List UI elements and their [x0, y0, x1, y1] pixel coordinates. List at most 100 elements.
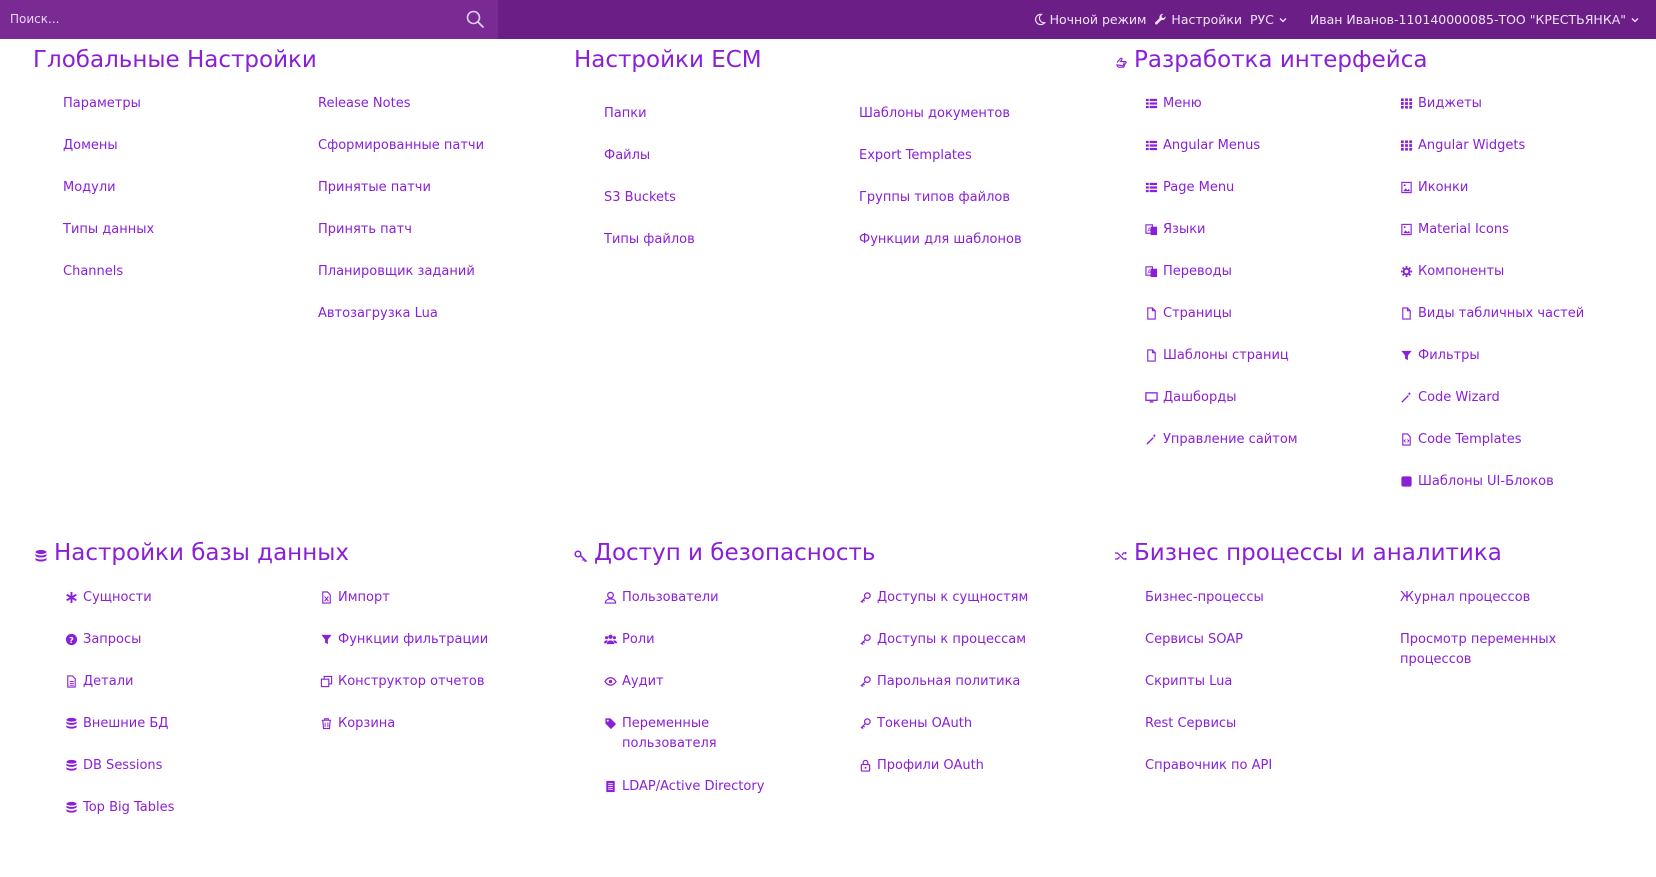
- link-queries[interactable]: Запросы: [65, 630, 141, 650]
- link-label: Бизнес-процессы: [1145, 590, 1264, 605]
- language-icon: [1145, 223, 1158, 236]
- link-material-icons[interactable]: Material Icons: [1400, 220, 1509, 240]
- link-template-functions[interactable]: Функции для шаблонов: [859, 230, 1022, 250]
- link-file-types[interactable]: Типы файлов: [604, 230, 695, 250]
- link-accepted-patches[interactable]: Принятые патчи: [318, 178, 431, 198]
- search-input[interactable]: [10, 8, 450, 30]
- link-label: Шаблоны страниц: [1163, 348, 1289, 363]
- link-widgets[interactable]: Виджеты: [1400, 94, 1482, 114]
- link-roles[interactable]: Роли: [604, 630, 655, 650]
- link-languages[interactable]: Языки: [1145, 220, 1206, 240]
- link-table-part-views[interactable]: Виды табличных частей: [1400, 304, 1584, 324]
- link-translations[interactable]: Переводы: [1145, 262, 1232, 282]
- link-label: Angular Menus: [1163, 138, 1261, 153]
- link-files[interactable]: Файлы: [604, 146, 650, 166]
- link-business-processes[interactable]: Бизнес-процессы: [1145, 588, 1264, 608]
- link-top-big-tables[interactable]: Top Big Tables: [65, 798, 174, 818]
- link-label: Виджеты: [1418, 96, 1482, 111]
- link-users[interactable]: Пользователи: [604, 588, 719, 608]
- link-oauth-profiles[interactable]: Профили OAuth: [859, 756, 984, 776]
- user-menu[interactable]: Иван Иванов-110140000085-ТОО "КРЕСТЬЯНКА…: [1310, 12, 1640, 27]
- link-audit[interactable]: Аудит: [604, 672, 664, 692]
- link-label: Top Big Tables: [83, 800, 175, 815]
- link-channels[interactable]: Channels: [63, 262, 123, 282]
- link-label: DB Sessions: [83, 758, 163, 773]
- link-filters[interactable]: Фильтры: [1400, 346, 1480, 366]
- link-angular-widgets[interactable]: Angular Widgets: [1400, 136, 1525, 156]
- link-export-templates[interactable]: Export Templates: [859, 146, 972, 166]
- link-icons[interactable]: Иконки: [1400, 178, 1468, 198]
- wand-icon: [1400, 391, 1413, 404]
- link-page-menu[interactable]: Page Menu: [1145, 178, 1234, 198]
- hand-icon: [1114, 56, 1128, 70]
- link-trash[interactable]: Корзина: [320, 714, 395, 734]
- link-report-builder[interactable]: Конструктор отчетов: [320, 672, 485, 692]
- link-modules[interactable]: Модули: [63, 178, 116, 198]
- link-formed-patches[interactable]: Сформированные патчи: [318, 136, 484, 156]
- link-oauth-tokens[interactable]: Токены OAuth: [859, 714, 972, 734]
- link-label: Модули: [63, 180, 116, 195]
- ui-development-title: Разработка интерфейса: [1134, 47, 1428, 73]
- link-ldap[interactable]: LDAP/Active Directory: [604, 777, 764, 797]
- link-password-policy[interactable]: Парольная политика: [859, 672, 1020, 692]
- file-icon: [1145, 307, 1158, 320]
- link-label: Конструктор отчетов: [338, 674, 485, 689]
- link-folders[interactable]: Папки: [604, 104, 647, 124]
- link-soap-services[interactable]: Сервисы SOAP: [1145, 630, 1243, 650]
- language-label: РУС: [1250, 12, 1274, 27]
- search-icon[interactable]: [465, 9, 485, 29]
- users-icon: [604, 633, 617, 646]
- link-pages[interactable]: Страницы: [1145, 304, 1232, 324]
- link-release-notes[interactable]: Release Notes: [318, 94, 410, 114]
- link-label: Переменные пользователя: [622, 716, 717, 751]
- language-dropdown[interactable]: РУС: [1250, 12, 1288, 27]
- filter-icon: [320, 633, 333, 646]
- link-file-type-groups[interactable]: Группы типов файлов: [859, 188, 1010, 208]
- link-data-types[interactable]: Типы данных: [63, 220, 154, 240]
- link-rest-services[interactable]: Rest Сервисы: [1145, 714, 1236, 734]
- link-process-log[interactable]: Журнал процессов: [1400, 588, 1530, 608]
- link-label: Парольная политика: [877, 674, 1021, 689]
- link-menu[interactable]: Меню: [1145, 94, 1202, 114]
- link-s3-buckets[interactable]: S3 Buckets: [604, 188, 676, 208]
- link-label: Внешние БД: [83, 716, 169, 731]
- link-details[interactable]: Детали: [65, 672, 133, 692]
- night-mode-toggle[interactable]: Ночной режим: [1033, 12, 1146, 27]
- link-accept-patch[interactable]: Принять патч: [318, 220, 412, 240]
- link-label: Импорт: [338, 590, 390, 605]
- link-dashboards[interactable]: Дашборды: [1145, 388, 1237, 408]
- key-icon: [859, 591, 872, 604]
- link-api-reference[interactable]: Справочник по API: [1145, 756, 1272, 776]
- key-icon: [859, 675, 872, 688]
- link-entity-access[interactable]: Доступы к сущностям: [859, 588, 1028, 608]
- link-components[interactable]: Компоненты: [1400, 262, 1504, 282]
- link-label: Аудит: [622, 674, 664, 689]
- link-page-templates[interactable]: Шаблоны страниц: [1145, 346, 1289, 366]
- link-user-variables[interactable]: Переменные пользователя: [604, 714, 734, 754]
- link-external-db[interactable]: Внешние БД: [65, 714, 168, 734]
- link-ui-block-templates[interactable]: Шаблоны UI-Блоков: [1400, 472, 1554, 492]
- link-task-scheduler[interactable]: Планировщик заданий: [318, 262, 475, 282]
- link-domains[interactable]: Домены: [63, 136, 118, 156]
- link-doc-templates[interactable]: Шаблоны документов: [859, 104, 1010, 124]
- top-bar-right: Ночной режим Настройки РУС Иван Иванов-1…: [1033, 0, 1640, 39]
- link-import[interactable]: Импорт: [320, 588, 390, 608]
- settings-link[interactable]: Настройки: [1154, 12, 1242, 27]
- link-filter-functions[interactable]: Функции фильтрации: [320, 630, 488, 650]
- link-process-variables[interactable]: Просмотр переменных процессов: [1400, 630, 1570, 670]
- link-process-access[interactable]: Доступы к процессам: [859, 630, 1026, 650]
- key-icon: [574, 549, 588, 563]
- link-code-templates[interactable]: Code Templates: [1400, 430, 1522, 450]
- database-icon: [34, 549, 48, 563]
- link-label: Файлы: [604, 148, 651, 163]
- link-lua-scripts[interactable]: Скрипты Lua: [1145, 672, 1232, 692]
- link-site-management[interactable]: Управление сайтом: [1145, 430, 1298, 450]
- link-entities[interactable]: Сущности: [65, 588, 152, 608]
- link-lua-autoload[interactable]: Автозагрузка Lua: [318, 304, 438, 324]
- link-code-wizard[interactable]: Code Wizard: [1400, 388, 1500, 408]
- link-label: Запросы: [83, 632, 142, 647]
- link-db-sessions[interactable]: DB Sessions: [65, 756, 162, 776]
- chevron-down-icon: [1631, 17, 1639, 22]
- link-parameters[interactable]: Параметры: [63, 94, 141, 114]
- link-angular-menus[interactable]: Angular Menus: [1145, 136, 1260, 156]
